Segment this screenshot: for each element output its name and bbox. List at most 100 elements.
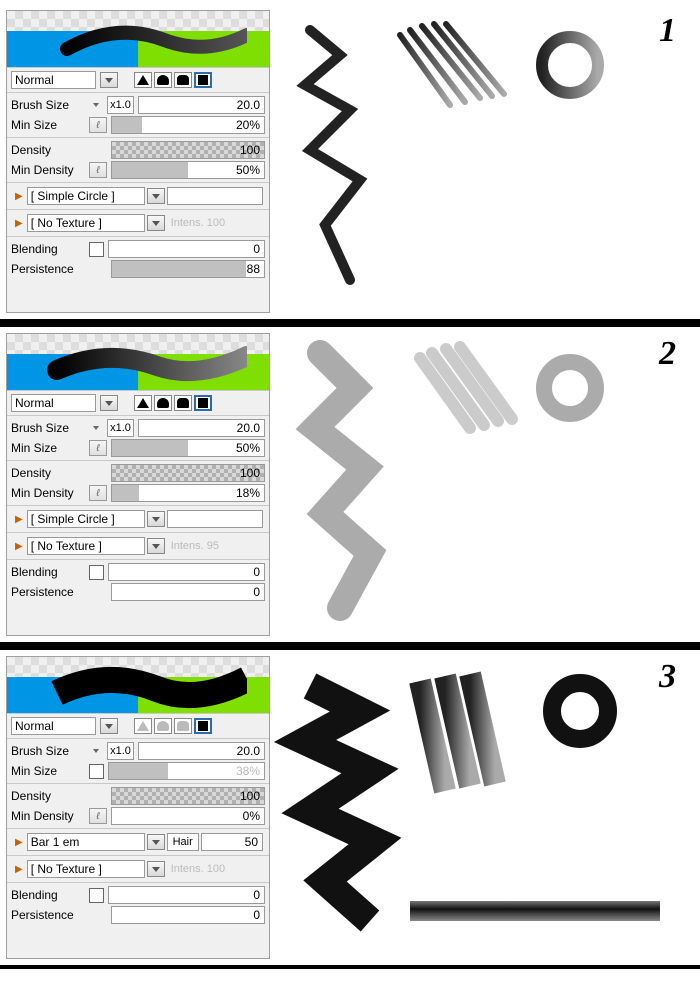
value-slider[interactable]: 0 (108, 563, 265, 581)
texture-intensity: Intens.100 (171, 217, 225, 229)
brush-size-mult[interactable]: x1.0 (107, 96, 134, 114)
value-slider[interactable]: 20% (111, 116, 265, 134)
expand-icon[interactable]: ▶ (13, 864, 25, 875)
min-density-label: Min Density (11, 163, 85, 177)
section-number: 2 (659, 335, 676, 373)
texture-dropdown-icon[interactable] (147, 215, 165, 231)
brush-shape-1[interactable] (154, 718, 172, 734)
brush-tip-select[interactable]: Bar 1 em (27, 833, 145, 851)
section-number: 1 (659, 12, 676, 50)
blend-mode-select[interactable]: Normal (11, 394, 96, 412)
brush-shape-3[interactable] (194, 395, 212, 411)
expand-icon[interactable]: ▶ (13, 191, 25, 202)
blending-label: Blending (11, 888, 85, 902)
brush-shape-0[interactable] (134, 395, 152, 411)
blend-mode-select[interactable]: Normal (11, 717, 96, 735)
value-slider[interactable]: 100 (111, 787, 265, 805)
brush-shape-0[interactable] (134, 72, 152, 88)
brush-size-mult[interactable]: x1.0 (107, 742, 134, 760)
min-size-label: Min Size (11, 764, 85, 778)
brush-size-value[interactable]: 20.0 (138, 96, 265, 114)
tip-extra-empty (167, 510, 263, 528)
value-slider[interactable]: 50% (111, 161, 265, 179)
brush-size-value[interactable]: 20.0 (138, 742, 265, 760)
texture-select[interactable]: [ No Texture ] (27, 860, 145, 878)
min-size-label: Min Size (11, 441, 85, 455)
brush-tip-select[interactable]: [ Simple Circle ] (27, 510, 145, 528)
pressure-icon[interactable]: ℓ (89, 162, 107, 178)
value-slider[interactable]: 18% (111, 484, 265, 502)
blending-check[interactable] (89, 565, 104, 580)
brush-section-3: Normal Brush Size x1.0 20.0 Min Size (0, 646, 700, 969)
brush-sample-area: 3 (270, 656, 694, 959)
brush-shape-3[interactable] (194, 718, 212, 734)
value-slider[interactable]: 0% (111, 807, 265, 825)
blending-check[interactable] (89, 888, 104, 903)
brush-sample-area: 1 (270, 10, 694, 313)
brush-shape-1[interactable] (154, 395, 172, 411)
expand-icon[interactable]: ▶ (13, 218, 25, 229)
expand-icon[interactable]: ▶ (13, 541, 25, 552)
value-slider[interactable]: 100 (111, 464, 265, 482)
brush-settings-panel: Normal Brush Size x1.0 20.0 Min Size (6, 10, 270, 313)
tip-extra-value[interactable]: 50 (201, 833, 263, 851)
blending-check[interactable] (89, 242, 104, 257)
brush-shape-picker (134, 395, 212, 411)
persistence-label: Persistence (11, 262, 85, 276)
brush-shape-picker (134, 72, 212, 88)
texture-intensity: Intens.95 (171, 540, 219, 552)
expand-icon[interactable]: ▶ (13, 514, 25, 525)
texture-dropdown-icon[interactable] (147, 538, 165, 554)
stroke-preview (37, 665, 247, 712)
tip-extra-label[interactable]: Hair (167, 833, 199, 851)
brush-tip-select[interactable]: [ Simple Circle ] (27, 187, 145, 205)
texture-select[interactable]: [ No Texture ] (27, 537, 145, 555)
brush-tip-dropdown-icon[interactable] (147, 834, 165, 850)
pressure-icon[interactable]: ℓ (89, 440, 107, 456)
pressure-icon[interactable]: ℓ (89, 808, 107, 824)
blending-label: Blending (11, 565, 85, 579)
brush-shape-1[interactable] (154, 72, 172, 88)
min-density-label: Min Density (11, 809, 85, 823)
section-number: 3 (659, 658, 676, 696)
value-slider[interactable]: 100 (111, 141, 265, 159)
brush-shape-0[interactable] (134, 718, 152, 734)
brush-tip-dropdown-icon[interactable] (147, 511, 165, 527)
brush-shape-2[interactable] (174, 718, 192, 734)
value-slider[interactable]: 0 (111, 583, 265, 601)
blending-label: Blending (11, 242, 85, 256)
blend-mode-dropdown-icon[interactable] (100, 72, 118, 88)
brush-shape-2[interactable] (174, 72, 192, 88)
blend-mode-dropdown-icon[interactable] (100, 395, 118, 411)
brush-size-menu-icon[interactable] (89, 421, 103, 435)
brush-shape-2[interactable] (174, 395, 192, 411)
brush-size-mult[interactable]: x1.0 (107, 419, 134, 437)
density-label: Density (11, 466, 85, 480)
expand-icon[interactable]: ▶ (13, 837, 25, 848)
min-size-check[interactable] (89, 764, 104, 779)
value-slider[interactable]: 50% (111, 439, 265, 457)
brush-size-menu-icon[interactable] (89, 98, 103, 112)
persistence-label: Persistence (11, 585, 85, 599)
value-slider[interactable]: 88 (111, 260, 265, 278)
brush-shape-picker (134, 718, 212, 734)
pressure-icon[interactable]: ℓ (89, 485, 107, 501)
brush-preview (7, 334, 269, 390)
brush-tip-dropdown-icon[interactable] (147, 188, 165, 204)
texture-select[interactable]: [ No Texture ] (27, 214, 145, 232)
texture-dropdown-icon[interactable] (147, 861, 165, 877)
blend-mode-select[interactable]: Normal (11, 71, 96, 89)
density-label: Density (11, 143, 85, 157)
brush-size-value[interactable]: 20.0 (138, 419, 265, 437)
value-slider[interactable]: 0 (111, 906, 265, 924)
blend-mode-dropdown-icon[interactable] (100, 718, 118, 734)
value-slider[interactable]: 38% (108, 762, 265, 780)
texture-intensity: Intens.100 (171, 863, 225, 875)
value-slider[interactable]: 0 (108, 240, 265, 258)
pressure-icon[interactable]: ℓ (89, 117, 107, 133)
brush-shape-3[interactable] (194, 72, 212, 88)
brush-size-menu-icon[interactable] (89, 744, 103, 758)
value-slider[interactable]: 0 (108, 886, 265, 904)
brush-section-1: Normal Brush Size x1.0 20.0 Min Size (0, 0, 700, 323)
persistence-label: Persistence (11, 908, 85, 922)
